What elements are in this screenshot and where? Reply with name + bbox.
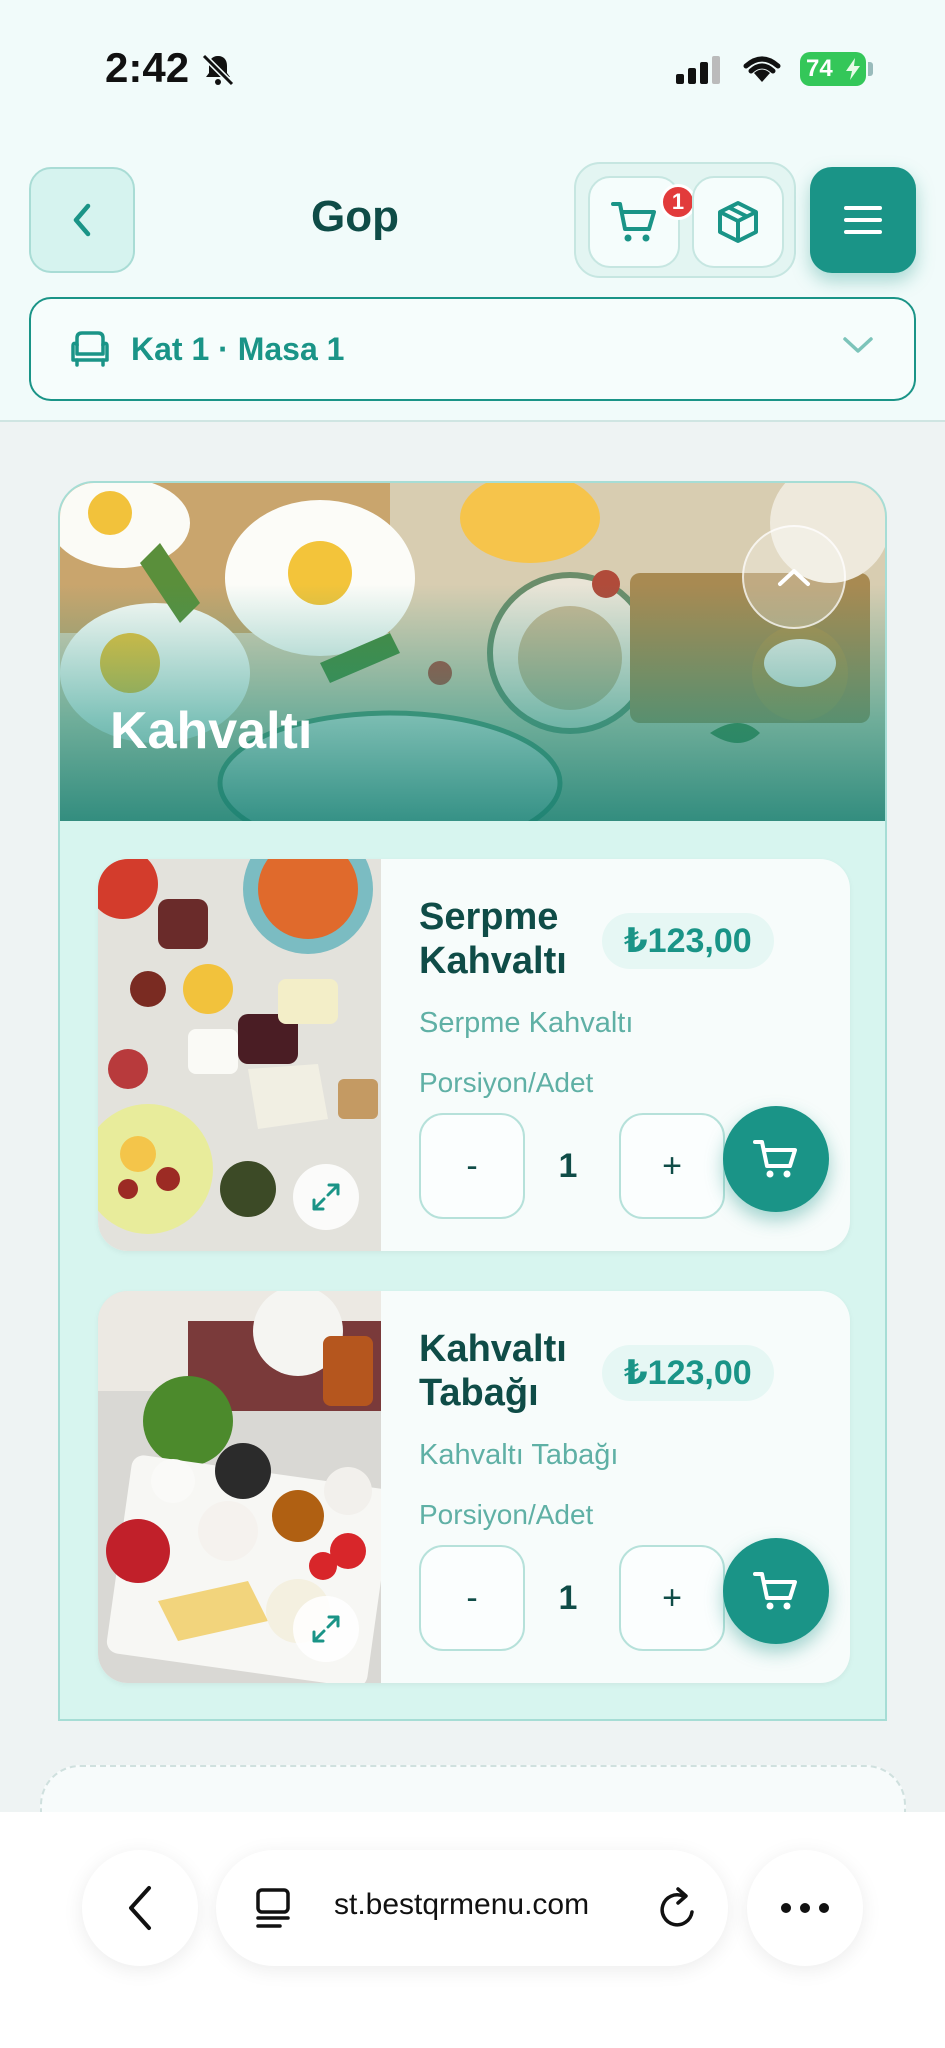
browser-back-button[interactable] — [82, 1850, 198, 1966]
product-price: ₺123,00 — [602, 913, 774, 969]
expand-icon — [312, 1615, 340, 1643]
product-description: Kahvaltı Tabağı — [419, 1439, 619, 1471]
ellipsis-icon — [781, 1903, 829, 1913]
reload-icon[interactable] — [656, 1884, 700, 1932]
cellular-signal-icon — [676, 56, 720, 84]
increase-quantity-button[interactable]: + — [619, 1113, 725, 1219]
product-price: ₺123,00 — [602, 1345, 774, 1401]
browser-toolbar: st.bestqrmenu.com — [0, 1812, 945, 2048]
portion-label: Porsiyon/Adet — [419, 1067, 594, 1098]
cart-count-badge: 1 — [660, 184, 696, 220]
chevron-down-icon — [843, 337, 873, 353]
tabs-icon — [256, 1888, 290, 1928]
wifi-icon — [743, 56, 781, 82]
table-selector[interactable]: Kat 1 · Masa 1 — [29, 297, 916, 401]
cart-icon — [753, 1572, 797, 1610]
decrease-quantity-button[interactable]: - — [419, 1113, 525, 1219]
more-options-button[interactable] — [747, 1850, 863, 1966]
increase-quantity-button[interactable]: + — [619, 1545, 725, 1651]
expand-image-button[interactable] — [293, 1164, 359, 1230]
category-section: Kahvaltı Serpme Kahvaltı ₺123,00 Serpme … — [58, 481, 887, 1721]
url-text: st.bestqrmenu.com — [334, 1888, 590, 1921]
cart-icon — [753, 1140, 797, 1178]
portion-label: Porsiyon/Adet — [419, 1499, 594, 1530]
expand-image-button[interactable] — [293, 1596, 359, 1662]
header-icon-group: 1 — [574, 162, 796, 278]
page-header: Gop 1 Kat 1 · Masa 1 — [0, 140, 945, 422]
battery-cap — [868, 62, 873, 76]
status-bar: 2:42 74 — [0, 0, 945, 140]
menu-button[interactable] — [810, 167, 916, 273]
battery-indicator: 74 — [800, 52, 866, 86]
decrease-quantity-button[interactable]: - — [419, 1545, 525, 1651]
charging-bolt-icon — [846, 58, 860, 80]
quantity-value: 1 — [558, 1146, 578, 1185]
product-description: Serpme Kahvaltı — [419, 1007, 634, 1039]
cart-icon — [611, 202, 656, 242]
status-time: 2:42 — [105, 44, 190, 91]
collapse-category-button[interactable] — [742, 525, 846, 629]
product-image[interactable] — [98, 1291, 381, 1683]
orders-button[interactable] — [692, 176, 784, 268]
expand-icon — [312, 1183, 340, 1211]
category-title: Kahvaltı — [110, 702, 313, 760]
cart-button[interactable]: 1 — [588, 176, 696, 268]
add-to-cart-button[interactable] — [723, 1106, 829, 1212]
product-name: Serpme Kahvaltı — [419, 896, 567, 982]
quantity-value: 1 — [558, 1578, 578, 1617]
battery-level: 74 — [806, 55, 833, 82]
table-label: Kat 1 · Masa 1 — [131, 330, 345, 367]
chevron-up-icon — [778, 569, 810, 586]
product-name: Kahvaltı Tabağı — [419, 1328, 567, 1414]
bell-muted-icon — [201, 53, 235, 87]
chevron-left-icon — [129, 1886, 151, 1930]
hamburger-icon — [844, 206, 882, 234]
armchair-icon — [71, 331, 109, 367]
category-hero-image: Kahvaltı — [60, 483, 885, 821]
add-to-cart-button[interactable] — [723, 1538, 829, 1644]
address-bar[interactable]: st.bestqrmenu.com — [216, 1850, 728, 1966]
product-card: Kahvaltı Tabağı ₺123,00 Kahvaltı Tabağı … — [98, 1291, 850, 1683]
package-icon — [718, 201, 758, 243]
product-image[interactable] — [98, 859, 381, 1251]
product-card: Serpme Kahvaltı ₺123,00 Serpme Kahvaltı … — [98, 859, 850, 1251]
